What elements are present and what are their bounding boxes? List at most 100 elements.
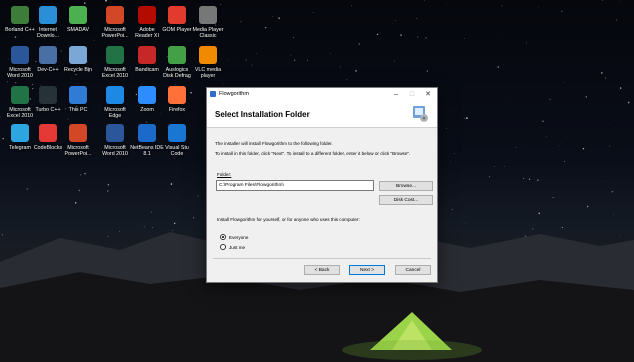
defrag-icon (168, 46, 186, 64)
desktop-shortcut-label: Visual Stu Code (165, 145, 189, 157)
star (605, 77, 607, 79)
smadav-icon (69, 6, 87, 24)
next-button[interactable]: Next > (349, 265, 385, 275)
star (48, 211, 50, 212)
folder-label: Folder: (217, 172, 232, 177)
star (376, 33, 379, 36)
radio-just-me-circle[interactable] (220, 244, 226, 250)
installer-window[interactable]: Flowgorithm – □ ✕ Select Installation Fo… (206, 87, 438, 283)
star (265, 26, 267, 29)
desktop-shortcut[interactable]: Recycle Bin (58, 46, 98, 90)
powerpoint-icon (69, 124, 87, 142)
wizard-header: Select Installation Folder (207, 100, 437, 128)
star (585, 96, 588, 98)
word-icon (106, 124, 124, 142)
star (488, 176, 491, 178)
star (156, 180, 157, 182)
this-pc-icon (69, 86, 87, 104)
desktop-shortcut[interactable]: SMADAV (58, 6, 98, 50)
disk-cost-button[interactable]: Disk Cost... (379, 195, 433, 205)
desktop-shortcut[interactable]: Visual Stu Code (157, 124, 197, 168)
star (611, 190, 614, 193)
radio-just-me-label[interactable]: Just me (229, 245, 245, 250)
close-icon[interactable]: ✕ (421, 88, 435, 100)
back-button[interactable]: < Back (304, 265, 340, 275)
radio-everyone-label[interactable]: Everyone (229, 235, 248, 240)
excel-icon (11, 86, 29, 104)
netbeans-icon (138, 124, 156, 142)
star (454, 153, 455, 154)
star (627, 101, 630, 104)
star (613, 214, 615, 215)
star (552, 197, 554, 199)
star (466, 117, 468, 119)
star (494, 165, 495, 167)
star (617, 42, 619, 43)
borland-icon (11, 6, 29, 24)
star (619, 235, 620, 237)
audience-prompt: Install Flowgorithm for yourself, or for… (217, 217, 360, 222)
setup-computer-icon (413, 106, 428, 122)
footer-divider (213, 258, 431, 259)
star (330, 53, 331, 54)
star (600, 72, 603, 74)
vscode-icon (168, 124, 186, 142)
installer-app-icon (210, 91, 216, 97)
star (394, 60, 396, 62)
star (150, 211, 152, 213)
folder-path-input[interactable]: C:\Program Files\Flowgorithm\ (216, 180, 374, 191)
telegram-icon (11, 124, 29, 142)
star (451, 208, 453, 210)
star (290, 54, 292, 56)
star (312, 12, 314, 13)
star (174, 222, 176, 224)
desktop-shortcut-label: Media Player Classic (192, 27, 224, 39)
star (107, 190, 109, 192)
star (546, 136, 548, 138)
star (609, 145, 611, 147)
star (395, 20, 397, 22)
star (601, 0, 603, 1)
star (538, 212, 540, 215)
desktop-shortcut[interactable]: VLC media player (188, 46, 228, 90)
star (220, 4, 222, 5)
star (245, 59, 247, 61)
star (464, 117, 465, 119)
star (562, 82, 564, 84)
star (446, 128, 447, 129)
star (497, 66, 499, 68)
browse-button[interactable]: Browse... (379, 181, 433, 191)
star (537, 179, 539, 181)
desktop-shortcut[interactable]: Microsoft PowerPoi... (58, 124, 98, 168)
star (228, 59, 229, 61)
firefox-icon (168, 86, 186, 104)
vlc-icon (199, 46, 217, 64)
star (358, 43, 360, 45)
star (272, 15, 273, 17)
star (79, 174, 82, 176)
star (561, 10, 563, 12)
mpc-icon (199, 6, 217, 24)
desktop-shortcut-label: Firefox (168, 107, 186, 113)
cancel-button[interactable]: Cancel (395, 265, 431, 275)
window-title: Flowgorithm (219, 91, 249, 97)
star (416, 17, 418, 19)
edge-icon (106, 86, 124, 104)
star (192, 217, 195, 219)
minimize-icon[interactable]: – (389, 88, 403, 100)
star (107, 184, 110, 186)
star (620, 87, 622, 89)
radio-everyone-circle[interactable] (220, 234, 226, 240)
star (1, 234, 4, 236)
star (504, 165, 505, 167)
star (119, 230, 120, 232)
star (74, 202, 77, 204)
star (425, 37, 427, 39)
maximize-icon: □ (409, 90, 415, 98)
desktop-shortcut[interactable]: Media Player Classic (188, 6, 228, 50)
star (392, 23, 394, 25)
desktop-shortcut-label: VLC media player (194, 67, 222, 79)
window-titlebar[interactable]: Flowgorithm – □ ✕ (207, 88, 437, 100)
star (143, 226, 145, 228)
star (293, 59, 296, 62)
